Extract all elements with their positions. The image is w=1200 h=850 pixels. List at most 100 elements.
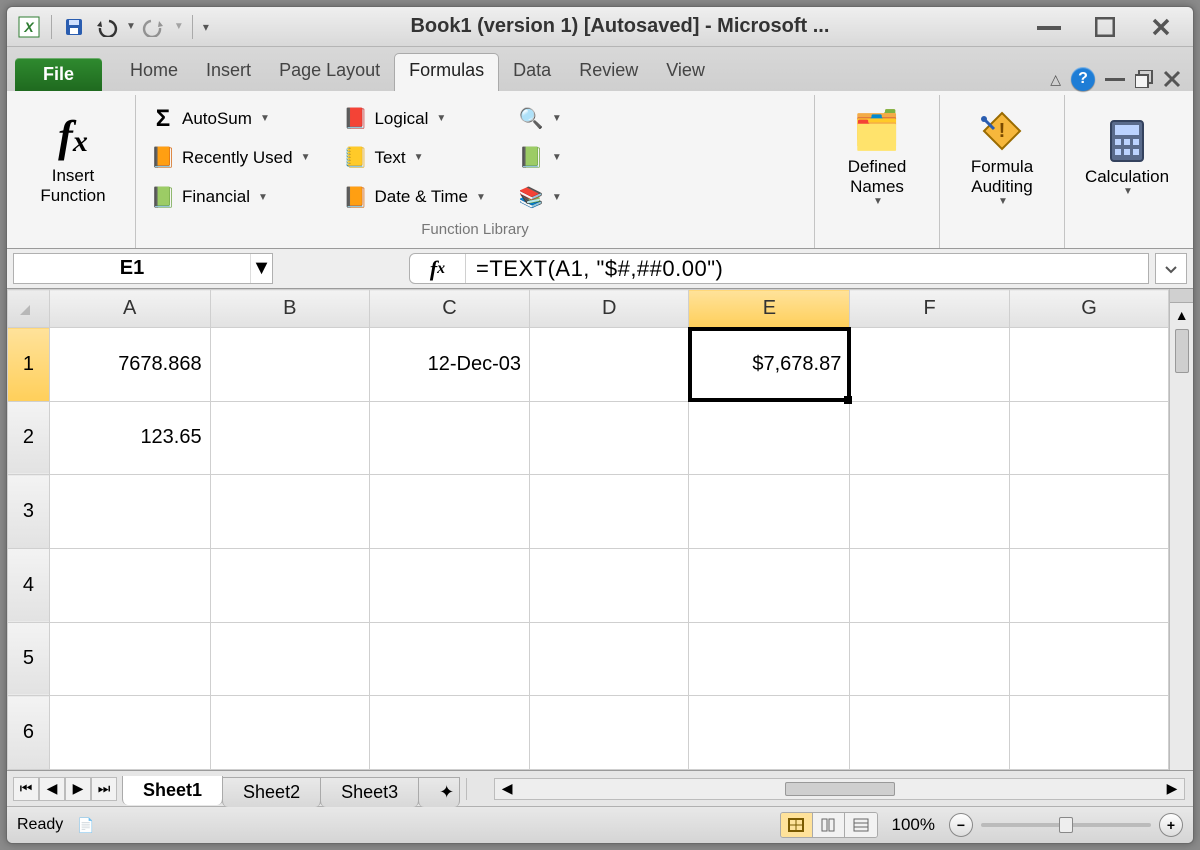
col-header-c[interactable]: C bbox=[370, 290, 530, 328]
sheet-nav-prev-icon[interactable]: ◀ bbox=[39, 777, 65, 801]
workbook-minimize-icon[interactable] bbox=[1105, 75, 1125, 83]
row-header-5[interactable]: 5 bbox=[8, 622, 50, 696]
page-layout-view-icon[interactable] bbox=[813, 813, 845, 837]
table-row: 1 7678.868 12-Dec-03 $7,678.87 bbox=[8, 328, 1169, 402]
book-search-icon: 🔍 bbox=[518, 106, 544, 132]
col-header-a[interactable]: A bbox=[49, 290, 210, 328]
scroll-thumb[interactable] bbox=[785, 782, 895, 796]
col-header-e[interactable]: E bbox=[689, 290, 850, 328]
cell-f1[interactable] bbox=[850, 328, 1009, 402]
cell-b1[interactable] bbox=[210, 328, 369, 402]
zoom-slider[interactable]: − + bbox=[949, 813, 1183, 837]
col-header-f[interactable]: F bbox=[850, 290, 1009, 328]
sheet-nav-first-icon[interactable]: ⏮ bbox=[13, 777, 39, 801]
scroll-left-icon[interactable]: ◀ bbox=[495, 780, 519, 797]
autosum-button[interactable]: ΣAutoSum▼ bbox=[146, 104, 314, 134]
defined-names-icon: 🗂️ bbox=[853, 109, 900, 153]
zoom-knob[interactable] bbox=[1059, 817, 1073, 833]
zoom-in-icon[interactable]: + bbox=[1159, 813, 1183, 837]
tab-home[interactable]: Home bbox=[116, 54, 192, 91]
redo-icon[interactable] bbox=[140, 13, 168, 41]
sheet-tab-sheet2[interactable]: Sheet2 bbox=[222, 777, 321, 807]
cell-a1[interactable]: 7678.868 bbox=[49, 328, 210, 402]
more-functions-button[interactable]: 📚▼ bbox=[514, 182, 566, 212]
text-button[interactable]: 📒Text▼ bbox=[338, 143, 489, 173]
horizontal-scrollbar[interactable]: ◀ ▶ bbox=[494, 778, 1185, 800]
name-box[interactable]: E1 ▼ bbox=[13, 253, 273, 284]
financial-button[interactable]: 📗Financial▼ bbox=[146, 182, 314, 212]
macro-record-icon[interactable]: 📄 bbox=[77, 817, 94, 834]
col-header-g[interactable]: G bbox=[1009, 290, 1169, 328]
cell-a2[interactable]: 123.65 bbox=[49, 401, 210, 475]
workbook-restore-icon[interactable] bbox=[1135, 70, 1153, 88]
tab-review[interactable]: Review bbox=[565, 54, 652, 91]
logical-label: Logical bbox=[374, 109, 428, 129]
sheet-tab-sheet3[interactable]: Sheet3 bbox=[320, 777, 419, 807]
tab-split-handle[interactable] bbox=[466, 778, 486, 800]
zoom-level[interactable]: 100% bbox=[892, 815, 935, 835]
maximize-icon[interactable] bbox=[1087, 15, 1123, 39]
undo-icon[interactable] bbox=[92, 13, 120, 41]
cell-c1[interactable]: 12-Dec-03 bbox=[370, 328, 530, 402]
name-box-dropdown-icon[interactable]: ▼ bbox=[250, 254, 272, 283]
new-sheet-icon[interactable]: ✦ bbox=[418, 777, 460, 807]
date-time-button[interactable]: 📙Date & Time▼ bbox=[338, 182, 489, 212]
zoom-track[interactable] bbox=[981, 823, 1151, 827]
expand-formula-bar-icon[interactable] bbox=[1155, 253, 1187, 284]
scroll-thumb[interactable] bbox=[1175, 329, 1189, 373]
defined-names-button[interactable]: 🗂️ Defined Names ▼ bbox=[825, 99, 929, 217]
ribbon-collapse-icon[interactable]: △ bbox=[1050, 71, 1061, 88]
recently-used-button[interactable]: 📙Recently Used▼ bbox=[146, 143, 314, 173]
row-header-3[interactable]: 3 bbox=[8, 475, 50, 549]
view-switcher bbox=[780, 812, 878, 838]
minimize-icon[interactable] bbox=[1031, 15, 1067, 39]
split-handle-icon[interactable] bbox=[1170, 289, 1193, 303]
help-icon[interactable]: ? bbox=[1071, 67, 1095, 91]
row-header-4[interactable]: 4 bbox=[8, 548, 50, 622]
redo-dropdown-icon[interactable]: ▼ bbox=[174, 21, 184, 32]
undo-dropdown-icon[interactable]: ▼ bbox=[126, 21, 136, 32]
cell-d1[interactable] bbox=[530, 328, 689, 402]
col-header-d[interactable]: D bbox=[530, 290, 689, 328]
row-header-1[interactable]: 1 bbox=[8, 328, 50, 402]
spreadsheet-grid[interactable]: A B C D E F G 1 7678.868 12-Dec-03 $7,67… bbox=[7, 289, 1169, 770]
select-all-corner[interactable] bbox=[8, 290, 50, 328]
chevron-down-icon: ▼ bbox=[552, 113, 562, 124]
vertical-scrollbar[interactable]: ▲ bbox=[1169, 289, 1193, 770]
col-header-b[interactable]: B bbox=[210, 290, 369, 328]
formula-auditing-button[interactable]: ! Formula Auditing ▼ bbox=[950, 99, 1054, 217]
tab-insert[interactable]: Insert bbox=[192, 54, 265, 91]
sheet-tab-sheet1[interactable]: Sheet1 bbox=[122, 776, 223, 805]
insert-function-button[interactable]: fx Insert Function bbox=[21, 99, 125, 217]
scroll-up-icon[interactable]: ▲ bbox=[1170, 303, 1193, 327]
zoom-out-icon[interactable]: − bbox=[949, 813, 973, 837]
tab-view[interactable]: View bbox=[652, 54, 719, 91]
ribbon-tab-strip: File Home Insert Page Layout Formulas Da… bbox=[7, 47, 1193, 91]
table-row: 6 bbox=[8, 696, 1169, 770]
tab-data[interactable]: Data bbox=[499, 54, 565, 91]
save-icon[interactable] bbox=[60, 13, 88, 41]
sheet-nav-last-icon[interactable]: ⏭ bbox=[91, 777, 117, 801]
insert-function-fx-button[interactable]: fx bbox=[410, 254, 466, 283]
logical-button[interactable]: 📕Logical▼ bbox=[338, 104, 489, 134]
page-break-view-icon[interactable] bbox=[845, 813, 877, 837]
formula-input[interactable]: =TEXT(A1, "$#,##0.00") bbox=[466, 256, 1148, 282]
scroll-right-icon[interactable]: ▶ bbox=[1160, 780, 1184, 797]
cell-e1[interactable]: $7,678.87 bbox=[689, 328, 850, 402]
tab-page-layout[interactable]: Page Layout bbox=[265, 54, 394, 91]
row-header-6[interactable]: 6 bbox=[8, 696, 50, 770]
cell-g1[interactable] bbox=[1009, 328, 1169, 402]
lookup-ref-button[interactable]: 🔍▼ bbox=[514, 104, 566, 134]
math-trig-button[interactable]: 📗▼ bbox=[514, 143, 566, 173]
app-icon[interactable]: X bbox=[15, 13, 43, 41]
workbook-close-icon[interactable] bbox=[1163, 70, 1181, 88]
tab-formulas[interactable]: Formulas bbox=[394, 53, 499, 91]
calculation-button[interactable]: Calculation ▼ bbox=[1075, 99, 1179, 217]
file-tab[interactable]: File bbox=[15, 58, 102, 91]
row-header-2[interactable]: 2 bbox=[8, 401, 50, 475]
book-question-icon: 📕 bbox=[342, 106, 368, 132]
chevron-down-icon: ▼ bbox=[260, 113, 270, 124]
normal-view-icon[interactable] bbox=[781, 813, 813, 837]
close-icon[interactable] bbox=[1143, 15, 1179, 39]
sheet-nav-next-icon[interactable]: ▶ bbox=[65, 777, 91, 801]
